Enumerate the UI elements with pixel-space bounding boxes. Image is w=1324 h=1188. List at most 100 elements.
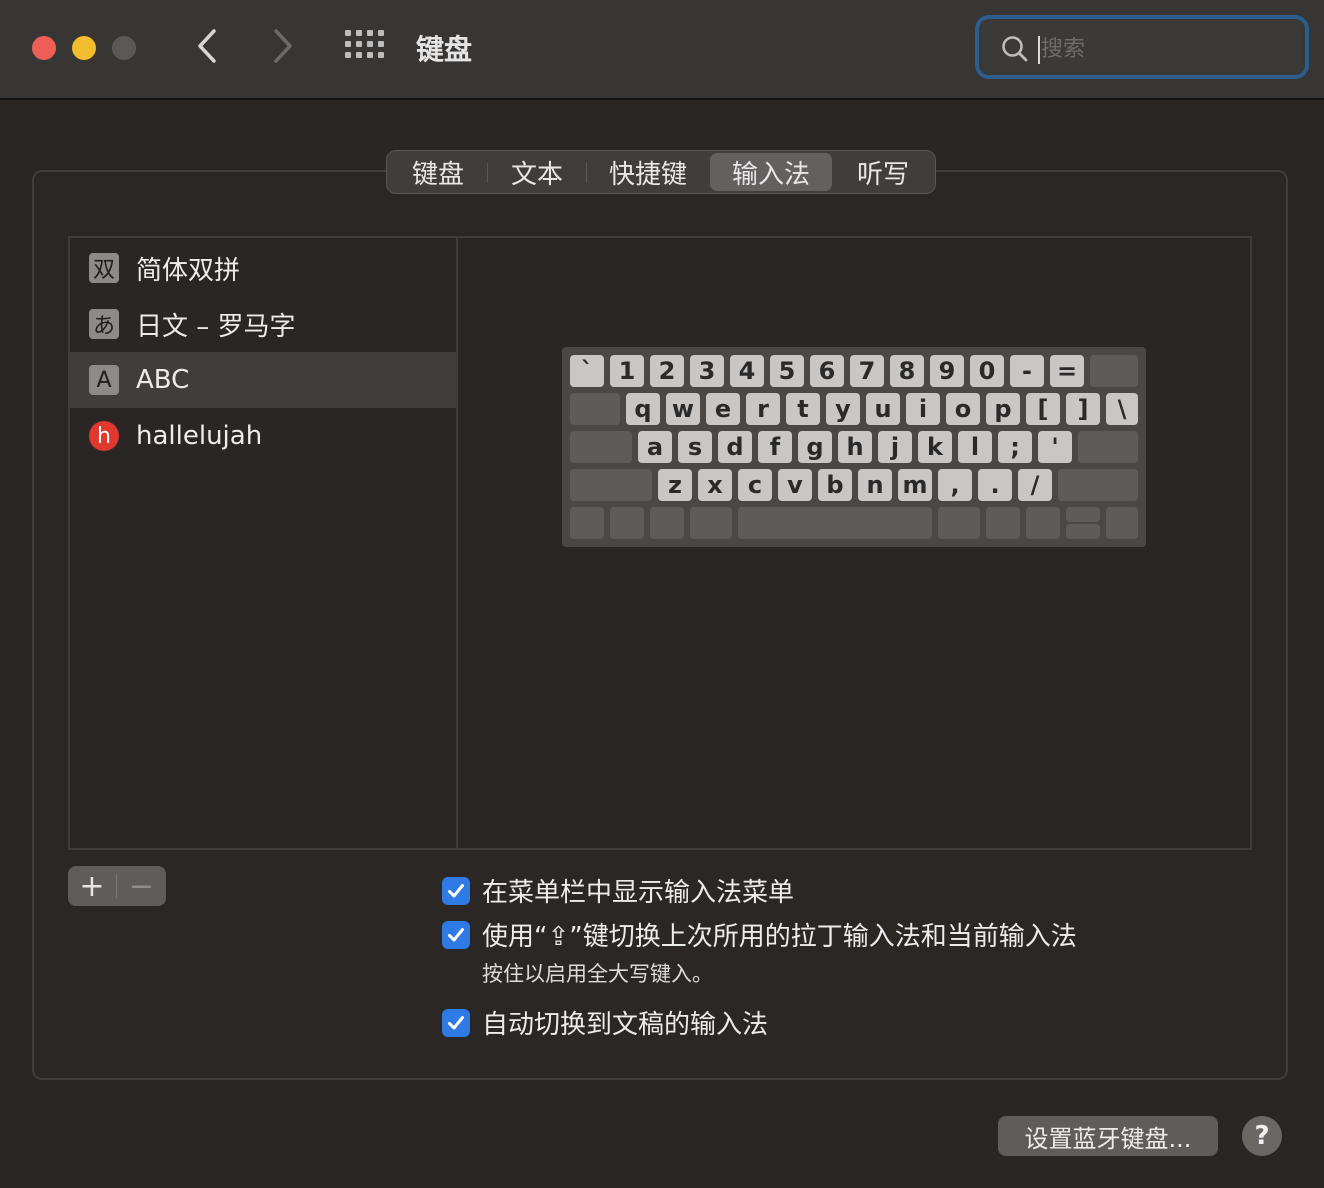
key: . [978,469,1012,501]
key: 5 [770,355,804,387]
tab-shortcuts[interactable]: 快捷键 [587,153,709,191]
key-return [1078,431,1138,463]
key: 4 [730,355,764,387]
key: 9 [930,355,964,387]
key: h [838,431,872,463]
checkbox-checked[interactable] [442,1008,470,1037]
search-input[interactable] [1041,31,1271,67]
key: k [918,431,952,463]
key: p [986,393,1020,425]
key: m [898,469,932,501]
key: v [778,469,812,501]
checkbox-checked[interactable] [442,920,470,949]
search-field[interactable] [975,15,1309,79]
list-item[interactable]: h hallelujah [70,408,456,464]
input-source-label: hallelujah [136,421,263,451]
key: 7 [850,355,884,387]
key: w [666,393,700,425]
key-command [938,507,980,539]
list-item[interactable]: あ 日文 – 罗马字 [70,296,456,352]
key-option [986,507,1020,539]
key: / [1018,469,1052,501]
tab-dictation[interactable]: 听写 [833,153,933,191]
key-caps-lock [570,431,632,463]
checkmark-icon [448,883,464,897]
window-title: 键盘 [416,33,473,66]
key: f [758,431,792,463]
key-tab [570,393,620,425]
list-item[interactable]: 双 简体双拼 [70,240,456,296]
key: j [878,431,912,463]
key-fn [570,507,604,539]
key: 8 [890,355,924,387]
chevron-left-icon [198,29,216,63]
key: l [958,431,992,463]
key: a [638,431,672,463]
key: \ [1106,393,1138,425]
key: 6 [810,355,844,387]
key-arrow-up [1066,507,1100,522]
key: d [718,431,752,463]
key: , [938,469,972,501]
option-label: 自动切换到文稿的输入法 [482,1010,769,1040]
forward-button[interactable] [266,26,300,66]
checkmark-icon [448,927,464,941]
title-bar: 键盘 [0,0,1324,100]
key: ' [1038,431,1072,463]
key: ] [1066,393,1100,425]
help-button[interactable]: ? [1242,1116,1282,1156]
key: - [1010,355,1044,387]
key-arrow-right [1106,507,1138,539]
key: n [858,469,892,501]
key: y [826,393,860,425]
key: ; [998,431,1032,463]
key: 2 [650,355,684,387]
key: b [818,469,852,501]
key: r [746,393,780,425]
input-source-label: ABC [136,365,190,395]
search-icon [1002,36,1028,62]
option-label: 在菜单栏中显示输入法菜单 [482,878,795,908]
checkbox-checked[interactable] [442,876,470,905]
auto-switch-option[interactable]: 自动切换到文稿的输入法 [442,1004,768,1041]
key: s [678,431,712,463]
tab-text[interactable]: 文本 [488,153,586,191]
setup-bluetooth-keyboard-button[interactable]: 设置蓝牙键盘... [998,1116,1218,1156]
key: ` [570,355,604,387]
key-option [650,507,684,539]
key-left-shift [570,469,652,501]
caps-lock-switch-option[interactable]: 使用“⇪”键切换上次所用的拉丁输入法和当前输入法 [442,916,1077,953]
list-item[interactable]: A ABC [70,352,456,408]
key: [ [1026,393,1060,425]
key: z [658,469,692,501]
show-input-menu-option[interactable]: 在菜单栏中显示输入法菜单 [442,872,794,909]
abc-icon: A [89,365,119,395]
remove-input-source-button[interactable]: − [117,866,166,906]
text-caret [1038,36,1040,64]
key: o [946,393,980,425]
back-button[interactable] [190,26,224,66]
minimize-window-button[interactable] [72,36,96,60]
tab-input-sources[interactable]: 输入法 [710,153,832,191]
japanese-romaji-icon: あ [89,309,119,339]
tab-keyboard[interactable]: 键盘 [389,153,487,191]
key-right-shift [1058,469,1138,501]
add-input-source-button[interactable]: + [68,866,116,906]
key: = [1050,355,1084,387]
key: 3 [690,355,724,387]
option-label: 使用“⇪”键切换上次所用的拉丁输入法和当前输入法 [482,922,1077,952]
input-source-label: 日文 – 罗马字 [136,311,296,342]
key: x [698,469,732,501]
option-sublabel: 按住以启用全大写键入。 [482,962,713,986]
tab-bar: 键盘 文本 快捷键 输入法 听写 [386,150,936,194]
input-source-label: 简体双拼 [136,255,241,286]
key: t [786,393,820,425]
key: e [706,393,740,425]
zoom-window-button[interactable] [112,36,136,60]
close-window-button[interactable] [32,36,56,60]
show-all-grid-icon[interactable] [345,30,387,62]
chevron-right-icon [274,29,292,63]
key-arrow-down [1066,524,1100,539]
input-source-list: 双 简体双拼 あ 日文 – 罗马字 A ABC h hallelujah [68,236,458,850]
key-delete [1090,355,1138,387]
